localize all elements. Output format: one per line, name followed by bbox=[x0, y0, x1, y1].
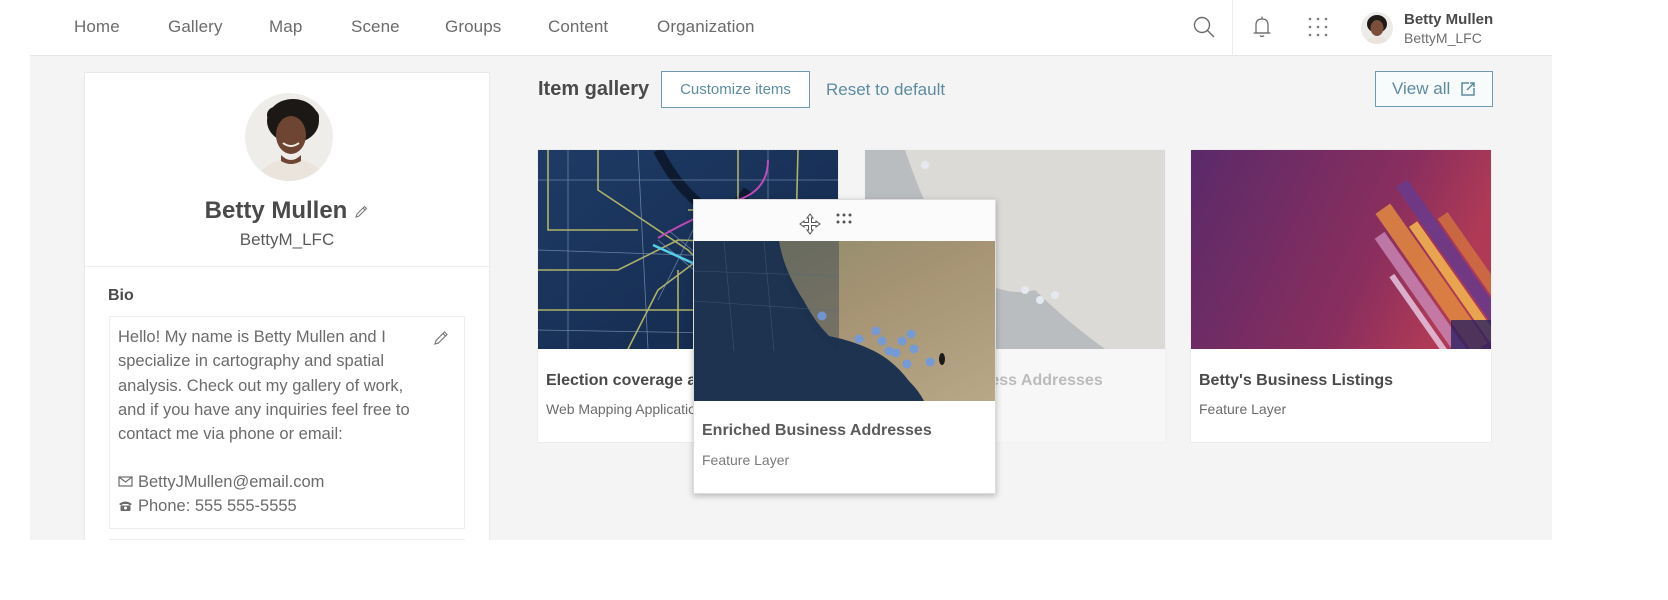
nav-divider bbox=[1232, 0, 1233, 56]
mail-icon bbox=[118, 476, 133, 487]
profile-avatar bbox=[245, 93, 333, 181]
nav-organization[interactable]: Organization bbox=[657, 17, 755, 37]
nav-map[interactable]: Map bbox=[269, 17, 302, 37]
bio-box: Hello! My name is Betty Mullen and I spe… bbox=[109, 316, 465, 529]
move-icon[interactable] bbox=[799, 213, 821, 235]
bio-label: Bio bbox=[108, 287, 134, 304]
dragging-card-thumbnail bbox=[694, 241, 995, 401]
card-title: Betty's Business Listings bbox=[1199, 372, 1394, 389]
top-navigation: Home Gallery Map Scene Groups Content Or… bbox=[30, 0, 1552, 56]
nav-gallery[interactable]: Gallery bbox=[168, 17, 223, 37]
dragging-card-title: Enriched Business Addresses bbox=[702, 422, 932, 439]
dragging-card-type: Feature Layer bbox=[702, 452, 790, 468]
user-handle: BettyM_LFC bbox=[1404, 30, 1482, 46]
edit-name-icon[interactable] bbox=[353, 204, 369, 220]
bell-icon[interactable] bbox=[1249, 14, 1275, 40]
profile-photo bbox=[245, 93, 333, 181]
drag-handle-bar[interactable] bbox=[694, 200, 995, 241]
view-all-label: View all bbox=[1392, 79, 1451, 98]
user-name[interactable]: Betty Mullen bbox=[1404, 11, 1493, 28]
search-icon[interactable] bbox=[1191, 14, 1217, 40]
gallery-card[interactable]: Betty's Business Listings Feature Layer bbox=[1190, 149, 1492, 443]
profile-name-text: Betty Mullen bbox=[204, 197, 348, 224]
dragging-card[interactable]: Enriched Business Addresses Feature Laye… bbox=[693, 199, 996, 494]
bio-phone: Phone: 555 555-5555 bbox=[138, 497, 297, 515]
nav-home[interactable]: Home bbox=[74, 17, 120, 37]
edit-bio-icon[interactable] bbox=[432, 329, 450, 347]
bio-text: Hello! My name is Betty Mullen and I spe… bbox=[118, 328, 410, 444]
card-title: Election coverage app bbox=[546, 372, 716, 389]
profile-name: Betty Mullen bbox=[85, 197, 489, 225]
profile-handle: BettyM_LFC bbox=[239, 230, 335, 249]
gallery-title: Item gallery bbox=[538, 78, 650, 100]
bio-email[interactable]: BettyJMullen@email.com bbox=[138, 473, 324, 491]
profile-card: Betty Mullen BettyM_LFC Bio Hello! My na… bbox=[84, 72, 490, 540]
card-type: Web Mapping Application bbox=[546, 401, 704, 417]
nav-content[interactable]: Content bbox=[548, 17, 608, 37]
customize-items-button[interactable]: Customize items bbox=[661, 71, 810, 108]
apps-grid-icon[interactable] bbox=[1305, 14, 1331, 40]
user-avatar[interactable] bbox=[1361, 12, 1393, 44]
drag-grip-icon[interactable] bbox=[835, 212, 853, 226]
profile-next-section bbox=[109, 539, 465, 549]
abstract-city-thumbnail bbox=[1191, 150, 1491, 349]
phone-icon bbox=[119, 501, 132, 511]
profile-header: Betty Mullen BettyM_LFC bbox=[85, 73, 489, 267]
bio-email-row: BettyJMullen@email.com bbox=[118, 473, 324, 492]
user-avatar-image bbox=[1361, 12, 1393, 44]
nav-scene[interactable]: Scene bbox=[351, 17, 400, 37]
view-all-button[interactable]: View all bbox=[1375, 71, 1493, 107]
external-link-icon bbox=[1461, 82, 1475, 96]
nav-groups[interactable]: Groups bbox=[445, 17, 501, 37]
card-thumbnail bbox=[1191, 150, 1491, 349]
bio-phone-row: Phone: 555 555-5555 bbox=[118, 497, 297, 516]
satellite-map-thumbnail bbox=[694, 241, 995, 401]
main-content: Betty Mullen BettyM_LFC Bio Hello! My na… bbox=[30, 56, 1552, 540]
card-type: Feature Layer bbox=[1199, 401, 1287, 417]
reset-to-default-link[interactable]: Reset to default bbox=[826, 80, 945, 100]
